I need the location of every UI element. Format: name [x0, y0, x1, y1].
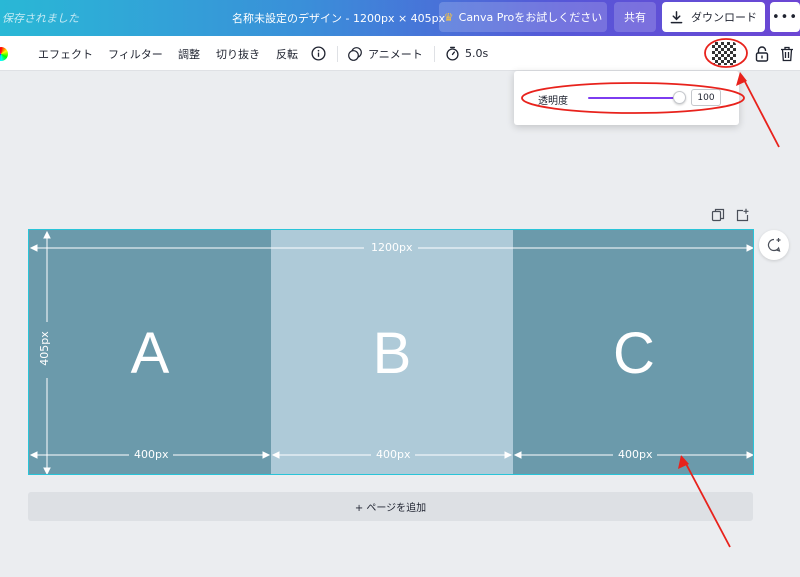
image-toolbar: エフェクト フィルター 調整 切り抜き 反転 アニメート 5.0s	[0, 36, 800, 71]
try-pro-button[interactable]: ♛ Canva Proをお試しください	[439, 2, 607, 32]
panel-width-label: 400px	[376, 448, 411, 461]
adjust-label: 調整	[178, 47, 200, 61]
flip-label: 反転	[276, 47, 298, 61]
download-button[interactable]: ダウンロード	[662, 2, 765, 32]
transparency-button[interactable]	[712, 42, 736, 65]
crop-button[interactable]: 切り抜き	[216, 36, 260, 71]
transparency-slider-thumb[interactable]	[673, 91, 686, 104]
filter-label: フィルター	[108, 47, 163, 61]
saved-status: 保存されました	[2, 12, 79, 25]
top-header: 保存されました 名称未設定のデザイン - 1200px × 405px ♛ Ca…	[0, 0, 800, 36]
transparency-value-input[interactable]: 100	[691, 89, 721, 106]
trash-icon	[781, 46, 793, 61]
crown-icon: ♛	[443, 10, 454, 24]
timer-icon	[446, 46, 459, 61]
animate-label: アニメート	[368, 47, 423, 61]
panel-width-label: 400px	[134, 448, 169, 461]
duration-label: 5.0s	[465, 47, 489, 60]
lock-icon	[755, 45, 769, 62]
height-label: 405px	[37, 331, 51, 366]
download-icon	[670, 10, 683, 23]
flip-button[interactable]: 反転	[276, 36, 298, 71]
delete-button[interactable]	[780, 36, 794, 71]
add-page-button[interactable]: + ページを追加	[28, 492, 753, 521]
annotation-arrow	[741, 75, 780, 148]
adjust-button[interactable]: 調整	[178, 36, 200, 71]
info-icon	[311, 46, 326, 61]
effect-label: エフェクト	[38, 47, 93, 61]
comment-plus-icon	[767, 238, 781, 252]
transparency-popover: 透明度 100	[514, 71, 739, 125]
design-canvas[interactable]: A B C 1200px 405px 400px 400px 400px	[28, 229, 754, 475]
add-page-icon[interactable]	[736, 208, 750, 222]
duration-button[interactable]: 5.0s	[445, 36, 488, 71]
filter-button[interactable]: フィルター	[108, 36, 163, 71]
dimension-lines	[29, 230, 753, 474]
document-title[interactable]: 名称未設定のデザイン - 1200px × 405px	[232, 10, 445, 26]
animate-icon	[348, 46, 362, 61]
share-button[interactable]: 共有	[614, 2, 656, 32]
crop-label: 切り抜き	[216, 47, 260, 61]
more-options-button[interactable]: •••	[770, 2, 800, 32]
transparency-slider-track[interactable]	[588, 97, 683, 99]
info-button[interactable]	[311, 36, 326, 71]
effect-button[interactable]: エフェクト	[38, 36, 93, 71]
color-picker-icon[interactable]	[0, 47, 8, 61]
lock-button[interactable]	[755, 36, 769, 71]
add-comment-button[interactable]	[759, 230, 789, 260]
duplicate-page-icon[interactable]	[711, 208, 725, 222]
try-pro-label: Canva Proをお試しください	[458, 11, 603, 24]
toolbar-divider	[337, 46, 338, 62]
toolbar-divider	[434, 46, 435, 62]
download-label: ダウンロード	[691, 11, 757, 24]
animate-button[interactable]: アニメート	[347, 36, 423, 71]
transparency-label: 透明度	[538, 96, 568, 107]
total-width-label: 1200px	[371, 241, 413, 254]
panel-width-label: 400px	[618, 448, 653, 461]
